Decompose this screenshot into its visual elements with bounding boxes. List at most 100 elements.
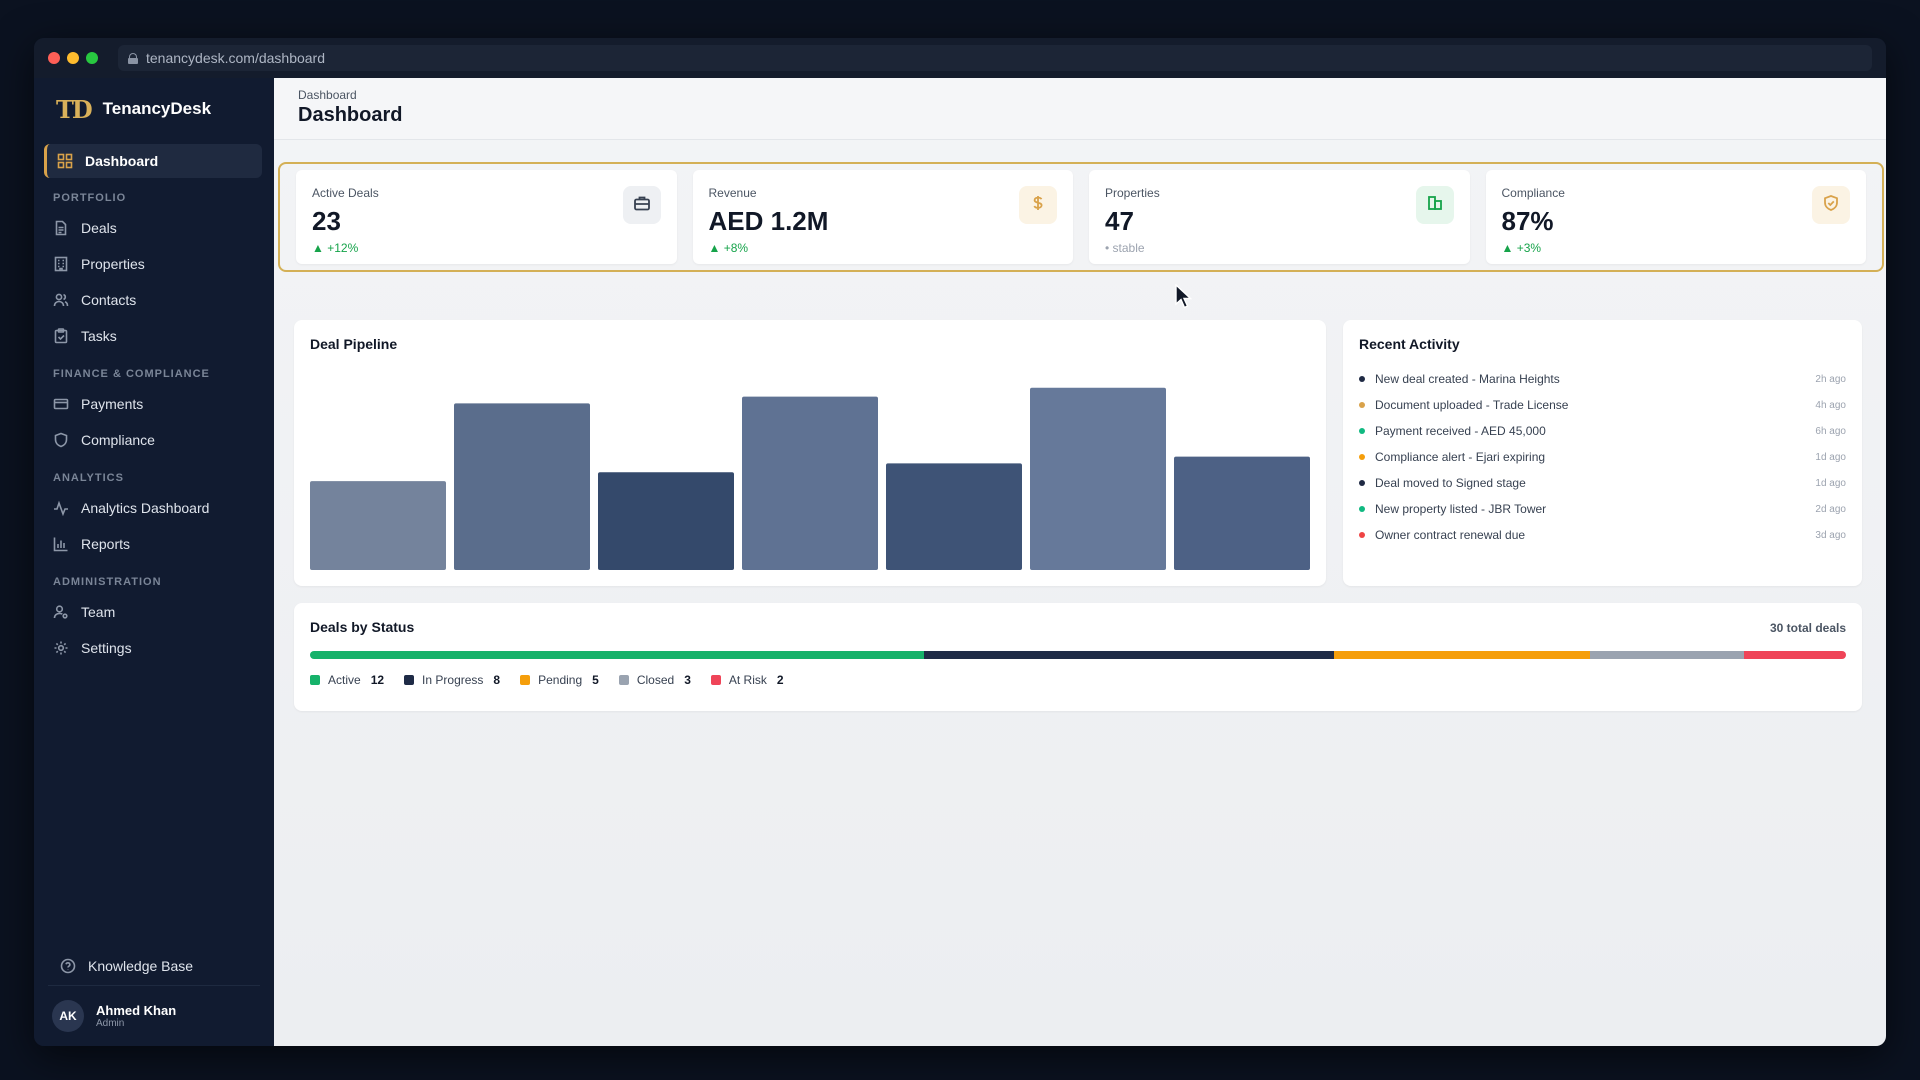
briefcase-icon	[633, 194, 651, 217]
legend-item-at-risk[interactable]: At Risk 2	[710, 673, 784, 687]
address-bar[interactable]: tenancydesk.com/dashboard	[118, 45, 1872, 71]
shield-check-icon	[1822, 194, 1840, 217]
legend-swatch	[710, 675, 721, 685]
user-profile[interactable]: AK Ahmed Khan Admin	[52, 1000, 176, 1032]
sidebar-item-contacts[interactable]: Contacts	[34, 282, 274, 318]
kpi-value: 23	[312, 206, 341, 236]
kpi-revenue[interactable]: Revenue AED 1.2M ▲ +8%	[692, 170, 1073, 264]
page-title: Dashboard	[298, 104, 403, 126]
close-window-button[interactable]	[48, 52, 60, 64]
minimize-window-button[interactable]	[67, 52, 79, 64]
sidebar-item-label: Contacts	[81, 292, 137, 308]
maximize-window-button[interactable]	[86, 52, 98, 64]
pipeline-bar[interactable]	[1030, 387, 1166, 570]
kpi-badge	[1019, 186, 1057, 224]
user-name: Ahmed Khan	[96, 1003, 177, 1018]
activity-time: 2d ago	[1815, 503, 1846, 515]
deals-by-status-card: Deals by Status 30 total deals Active 12 …	[294, 603, 1862, 711]
sidebar-item-tasks[interactable]: Tasks	[34, 318, 274, 354]
list-item[interactable]: Document uploaded - Trade License 4h ago	[1359, 392, 1846, 418]
kpi-label: Compliance	[1501, 186, 1565, 200]
kpi-properties[interactable]: Properties 47 • stable	[1089, 170, 1470, 264]
section-title-finance: FINANCE & COMPLIANCE	[53, 368, 210, 380]
kpi-compliance[interactable]: Compliance 87% ▲ +3%	[1485, 170, 1866, 264]
kpi-label: Revenue	[708, 186, 757, 200]
list-item[interactable]: Owner contract renewal due 3d ago	[1359, 522, 1846, 548]
list-item[interactable]: Deal moved to Signed stage 1d ago	[1359, 470, 1846, 496]
kpi-active-deals[interactable]: Active Deals 23 ▲ +12%	[296, 170, 677, 264]
building-icon	[1426, 194, 1444, 217]
status-dot	[1359, 454, 1365, 460]
sidebar-item-label: Dashboard	[85, 153, 159, 169]
pipeline-bar[interactable]	[886, 463, 1022, 570]
lock-icon	[128, 52, 138, 64]
kpi-value: AED 1.2M	[708, 206, 829, 236]
card-title: Deals by Status	[310, 619, 415, 635]
card-title: Recent Activity	[1359, 336, 1460, 352]
kpi-row: Active Deals 23 ▲ +12% Revenue AED 1.2M …	[278, 162, 1884, 272]
pipeline-bar[interactable]	[454, 403, 590, 570]
pipeline-bar[interactable]	[1174, 456, 1310, 570]
sidebar-item-deals[interactable]: Deals	[34, 210, 274, 246]
activity-time: 4h ago	[1815, 399, 1846, 411]
sidebar-item-label: Deals	[81, 220, 117, 236]
status-segment-at-risk	[1743, 651, 1846, 659]
legend-item-pending[interactable]: Pending 5	[520, 673, 599, 687]
status-dot	[1359, 376, 1365, 382]
legend-count: 3	[684, 673, 691, 687]
legend-item-active[interactable]: Active 12	[310, 673, 384, 687]
legend-item-in-progress[interactable]: In Progress 8	[404, 673, 500, 687]
total-deals: 30 total deals	[1769, 621, 1846, 635]
dollar-icon	[1029, 194, 1047, 217]
kpi-delta: ▲ +12%	[312, 241, 359, 255]
legend-label: Active	[328, 673, 361, 687]
card-icon	[53, 396, 69, 412]
main-content: Dashboard Dashboard Active Deals 23 ▲ +1…	[274, 78, 1886, 1046]
list-item[interactable]: Payment received - AED 45,000 6h ago	[1359, 418, 1846, 444]
title-bar: tenancydesk.com/dashboard	[34, 38, 1886, 78]
list-item[interactable]: New property listed - JBR Tower 2d ago	[1359, 496, 1846, 522]
kpi-badge	[622, 186, 661, 224]
activity-time: 1d ago	[1815, 451, 1846, 463]
pipeline-bar[interactable]	[598, 472, 734, 570]
legend-count: 2	[776, 673, 784, 687]
sidebar-item-label: Reports	[81, 536, 131, 552]
section-title-administration: ADMINISTRATION	[53, 576, 162, 588]
activity-text: Deal moved to Signed stage	[1375, 476, 1526, 490]
sidebar-item-analytics-dashboard[interactable]: Analytics Dashboard	[34, 490, 274, 526]
status-segment-in-progress	[924, 651, 1334, 659]
activity-time: 3d ago	[1815, 529, 1846, 541]
bar-chart-icon	[53, 536, 69, 552]
user-role: Admin	[96, 1018, 125, 1029]
activity-icon	[53, 500, 69, 516]
sidebar-item-dashboard[interactable]: Dashboard	[44, 144, 262, 178]
pipeline-bar[interactable]	[310, 481, 446, 570]
sidebar-item-team[interactable]: Team	[34, 594, 274, 630]
legend-label: Pending	[538, 673, 583, 687]
status-progress-bar	[310, 651, 1846, 659]
activity-time: 6h ago	[1815, 425, 1846, 437]
sidebar-item-payments[interactable]: Payments	[34, 386, 274, 422]
users-icon	[53, 292, 69, 308]
legend-swatch	[618, 675, 629, 685]
knowledge-base-link[interactable]: Knowledge Base	[60, 958, 193, 974]
brand-name: TenancyDesk	[102, 99, 212, 118]
grid-icon	[57, 153, 73, 169]
brand[interactable]: TD TenancyDesk	[34, 84, 274, 134]
kpi-delta: ▲ +8%	[708, 241, 749, 255]
section-title-analytics: ANALYTICS	[53, 472, 124, 484]
list-item[interactable]: New deal created - Marina Heights 2h ago	[1359, 366, 1846, 392]
legend-item-closed[interactable]: Closed 3	[618, 673, 691, 687]
sidebar-item-properties[interactable]: Properties	[34, 246, 274, 282]
pipeline-bar[interactable]	[742, 396, 878, 570]
sidebar-item-settings[interactable]: Settings	[34, 630, 274, 666]
avatar: AK	[52, 1000, 84, 1032]
status-segment-active	[310, 651, 925, 659]
list-item[interactable]: Compliance alert - Ejari expiring 1d ago	[1359, 444, 1846, 470]
sidebar-item-reports[interactable]: Reports	[34, 526, 274, 562]
kpi-label: Properties	[1105, 186, 1160, 200]
kpi-badge	[1415, 186, 1454, 224]
sidebar-item-compliance[interactable]: Compliance	[34, 422, 274, 458]
knowledge-base-label: Knowledge Base	[88, 958, 194, 974]
activity-text: Compliance alert - Ejari expiring	[1375, 450, 1546, 464]
